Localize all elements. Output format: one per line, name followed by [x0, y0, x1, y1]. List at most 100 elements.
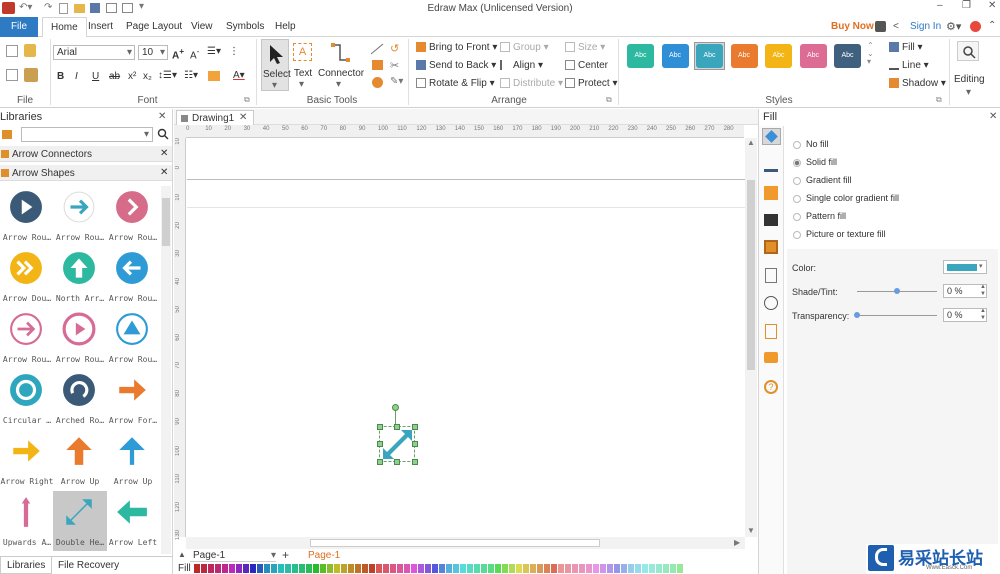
palette-color[interactable]	[404, 564, 410, 573]
dialog-launcher-icon[interactable]: ⧉	[244, 95, 250, 105]
text-align-icon[interactable]: ☰▾	[207, 46, 221, 57]
underline-button[interactable]: U	[92, 71, 99, 82]
palette-color[interactable]	[509, 564, 515, 573]
palette-color[interactable]	[537, 564, 543, 573]
library-shape[interactable]: North Arr…	[53, 247, 107, 307]
format-painter-icon[interactable]	[24, 44, 36, 57]
spinner-icon[interactable]: ▲ ▼	[980, 308, 986, 322]
palette-color[interactable]	[355, 564, 361, 573]
library-section-arrow-connectors[interactable]: Arrow Connectors ✕	[0, 146, 172, 162]
library-shape[interactable]: Circular …	[0, 369, 54, 429]
group-button[interactable]: Group ▾	[500, 42, 549, 53]
palette-color[interactable]	[523, 564, 529, 573]
palette-color[interactable]	[551, 564, 557, 573]
layers-tab-icon[interactable]	[764, 240, 778, 254]
palette-color[interactable]	[446, 564, 452, 573]
palette-color[interactable]	[642, 564, 648, 573]
pen-tool-icon[interactable]: ✎▾	[390, 76, 403, 87]
file-tab[interactable]: File	[0, 17, 38, 37]
tab-file-recovery[interactable]: File Recovery	[58, 560, 119, 571]
line-spacing-icon[interactable]: ↕☰▾	[158, 70, 177, 81]
chevron-down-icon[interactable]: ▾	[966, 87, 971, 98]
connector-tool-button[interactable]: Connector ▾	[318, 39, 364, 91]
bullets-icon[interactable]: ☷▾	[184, 70, 198, 81]
palette-color[interactable]	[383, 564, 389, 573]
palette-color[interactable]	[579, 564, 585, 573]
palette-color[interactable]	[635, 564, 641, 573]
palette-color[interactable]	[278, 564, 284, 573]
palette-color[interactable]	[313, 564, 319, 573]
library-shape[interactable]: Arched Ro…	[53, 369, 107, 429]
send-to-back-button[interactable]: Send to Back ▾	[416, 60, 496, 71]
resize-handle[interactable]	[394, 459, 400, 465]
tab-insert[interactable]: Insert	[80, 17, 121, 37]
palette-color[interactable]	[208, 564, 214, 573]
palette-color[interactable]	[411, 564, 417, 573]
palette-color[interactable]	[327, 564, 333, 573]
editing-label[interactable]: Editing	[954, 74, 985, 85]
size-button[interactable]: Size ▾	[565, 42, 605, 53]
palette-color[interactable]	[663, 564, 669, 573]
ellipse-tool-icon[interactable]	[372, 77, 383, 88]
radio-button[interactable]	[793, 195, 801, 203]
resize-handle[interactable]	[412, 424, 418, 430]
attachment-tab-icon[interactable]	[765, 324, 777, 339]
close-icon[interactable]: ✕	[989, 111, 997, 122]
close-icon[interactable]: ✕	[160, 167, 168, 178]
palette-color[interactable]	[271, 564, 277, 573]
library-shape[interactable]: Arrow Rou…	[0, 308, 54, 368]
palette-color[interactable]	[614, 564, 620, 573]
slider-knob[interactable]	[894, 288, 900, 294]
image-tab-icon[interactable]	[764, 214, 778, 226]
palette-color[interactable]	[243, 564, 249, 573]
library-search-input[interactable]: ▾	[21, 127, 153, 142]
library-home-icon[interactable]	[0, 127, 19, 141]
palette-color[interactable]	[292, 564, 298, 573]
palette-color[interactable]	[432, 564, 438, 573]
palette-color[interactable]	[677, 564, 683, 573]
palette-color[interactable]	[439, 564, 445, 573]
rotate-flip-button[interactable]: Rotate & Flip ▾	[416, 78, 495, 89]
tab-drawing1[interactable]: Drawing1 ✕	[176, 110, 254, 125]
scroll-up-icon[interactable]: ▲	[747, 138, 755, 147]
palette-color[interactable]	[467, 564, 473, 573]
font-family-select[interactable]: Arial ▾	[53, 45, 135, 60]
radio-button[interactable]	[793, 141, 801, 149]
palette-color[interactable]	[558, 564, 564, 573]
resize-handle[interactable]	[394, 424, 400, 430]
fill-option-no-fill[interactable]: No fill	[793, 139, 993, 153]
fill-option-picture-or-texture-fill[interactable]: Picture or texture fill	[793, 229, 993, 243]
canvas-horizontal-scrollbar[interactable]: ▶	[186, 537, 745, 549]
text-options-icon[interactable]: ⋮	[229, 46, 239, 57]
drawing-page[interactable]	[187, 138, 745, 537]
find-button[interactable]	[957, 41, 979, 61]
center-button[interactable]: Center	[565, 60, 608, 71]
shade-tint-slider[interactable]	[857, 288, 937, 294]
palette-color[interactable]	[495, 564, 501, 573]
palette-color[interactable]	[257, 564, 263, 573]
fill-button[interactable]: Fill ▾	[889, 42, 923, 53]
style-swatch-7[interactable]: Abc	[834, 44, 861, 68]
text-highlight-icon[interactable]	[208, 71, 220, 81]
library-shape[interactable]: Arrow Rou…	[0, 186, 54, 246]
palette-color[interactable]	[670, 564, 676, 573]
palette-color[interactable]	[544, 564, 550, 573]
resize-handle[interactable]	[377, 459, 383, 465]
line-button[interactable]: Line ▾	[889, 60, 929, 71]
palette-color[interactable]	[530, 564, 536, 573]
style-swatch-4[interactable]: Abc	[730, 44, 758, 68]
hyperlink-tab-icon[interactable]	[764, 296, 778, 310]
distribute-button[interactable]: Distribute ▾	[500, 78, 563, 89]
cart-icon[interactable]	[875, 21, 886, 32]
library-shape[interactable]: Double He…	[53, 491, 107, 551]
palette-color[interactable]	[299, 564, 305, 573]
fill-option-gradient-fill[interactable]: Gradient fill	[793, 175, 993, 189]
scroll-right-icon[interactable]: ▶	[734, 538, 740, 547]
fill-option-solid-fill[interactable]: Solid fill	[793, 157, 993, 171]
palette-color[interactable]	[222, 564, 228, 573]
scrollbar-thumb[interactable]	[747, 180, 755, 370]
copy-icon[interactable]	[6, 69, 18, 81]
library-shape[interactable]: Arrow Rou…	[106, 247, 160, 307]
search-icon[interactable]	[157, 128, 169, 140]
transparency-input[interactable]: 0 % ▲ ▼	[943, 308, 987, 322]
